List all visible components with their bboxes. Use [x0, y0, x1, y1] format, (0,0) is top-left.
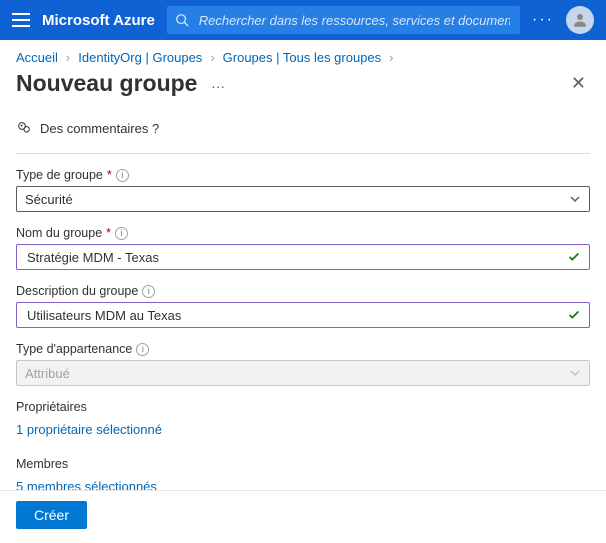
overflow-menu-button[interactable]: ···: [532, 11, 554, 29]
feedback-link[interactable]: Des commentaires ?: [16, 120, 159, 136]
owners-selected-link[interactable]: 1 propriétaire sélectionné: [16, 422, 162, 437]
breadcrumb: Accueil › IdentityOrg | Groupes › Groupe…: [0, 40, 606, 65]
breadcrumb-link[interactable]: Groupes | Tous les groupes: [223, 50, 382, 65]
label-group-name: Nom du groupe: [16, 226, 102, 240]
select-membership-type: Attribué: [16, 360, 590, 386]
label-group-type: Type de groupe: [16, 168, 103, 182]
field-group-name: Nom du groupe * i: [16, 226, 590, 270]
person-icon: [571, 11, 589, 29]
page-titlebar: Nouveau groupe ··· ✕: [0, 65, 606, 98]
label-owners: Propriétaires: [16, 400, 590, 414]
user-avatar[interactable]: [566, 6, 594, 34]
feedback-icon: [16, 120, 32, 136]
label-members: Membres: [16, 457, 590, 471]
check-icon: [567, 250, 581, 264]
label-membership-type: Type d'appartenance: [16, 342, 132, 356]
field-group-type: Type de groupe * i Sécurité: [16, 168, 590, 212]
azure-topbar: Microsoft Azure ···: [0, 0, 606, 40]
page-title: Nouveau groupe: [16, 70, 197, 96]
global-search-input[interactable]: [197, 12, 512, 29]
chevron-down-icon: [569, 193, 581, 205]
info-icon[interactable]: i: [142, 285, 155, 298]
menu-toggle-button[interactable]: [12, 13, 30, 27]
global-search[interactable]: [167, 6, 520, 34]
breadcrumb-link[interactable]: IdentityOrg | Groupes: [78, 50, 202, 65]
select-membership-type-value: Attribué: [25, 366, 70, 381]
label-group-desc: Description du groupe: [16, 284, 138, 298]
brand-label: Microsoft Azure: [42, 12, 155, 29]
required-marker: *: [106, 226, 111, 240]
chevron-right-icon: ›: [60, 50, 76, 65]
search-icon: [175, 13, 189, 27]
input-group-desc-wrapper: [16, 302, 590, 328]
select-group-type[interactable]: Sécurité: [16, 186, 590, 212]
chevron-right-icon: ›: [383, 50, 399, 65]
input-group-name-wrapper: [16, 244, 590, 270]
title-more-button[interactable]: ···: [211, 78, 225, 94]
chevron-right-icon: ›: [204, 50, 220, 65]
input-group-name[interactable]: [25, 249, 567, 266]
info-icon[interactable]: i: [116, 169, 129, 182]
info-icon[interactable]: i: [115, 227, 128, 240]
chevron-down-icon: [569, 367, 581, 379]
feedback-label: Des commentaires ?: [40, 121, 159, 136]
input-group-desc[interactable]: [25, 307, 567, 324]
members-selected-link[interactable]: 5 membres sélectionnés: [16, 479, 157, 490]
new-group-form: Type de groupe * i Sécurité Nom du group…: [0, 160, 606, 490]
field-group-desc: Description du groupe i: [16, 284, 590, 328]
select-group-type-value: Sécurité: [25, 192, 73, 207]
check-icon: [567, 308, 581, 322]
create-button[interactable]: Créer: [16, 501, 87, 529]
feedback-bar: Des commentaires ?: [16, 112, 590, 154]
footer-bar: Créer: [0, 490, 606, 543]
field-membership-type: Type d'appartenance i Attribué: [16, 342, 590, 386]
close-button[interactable]: ✕: [567, 69, 590, 98]
breadcrumb-link[interactable]: Accueil: [16, 50, 58, 65]
required-marker: *: [107, 168, 112, 182]
info-icon[interactable]: i: [136, 343, 149, 356]
